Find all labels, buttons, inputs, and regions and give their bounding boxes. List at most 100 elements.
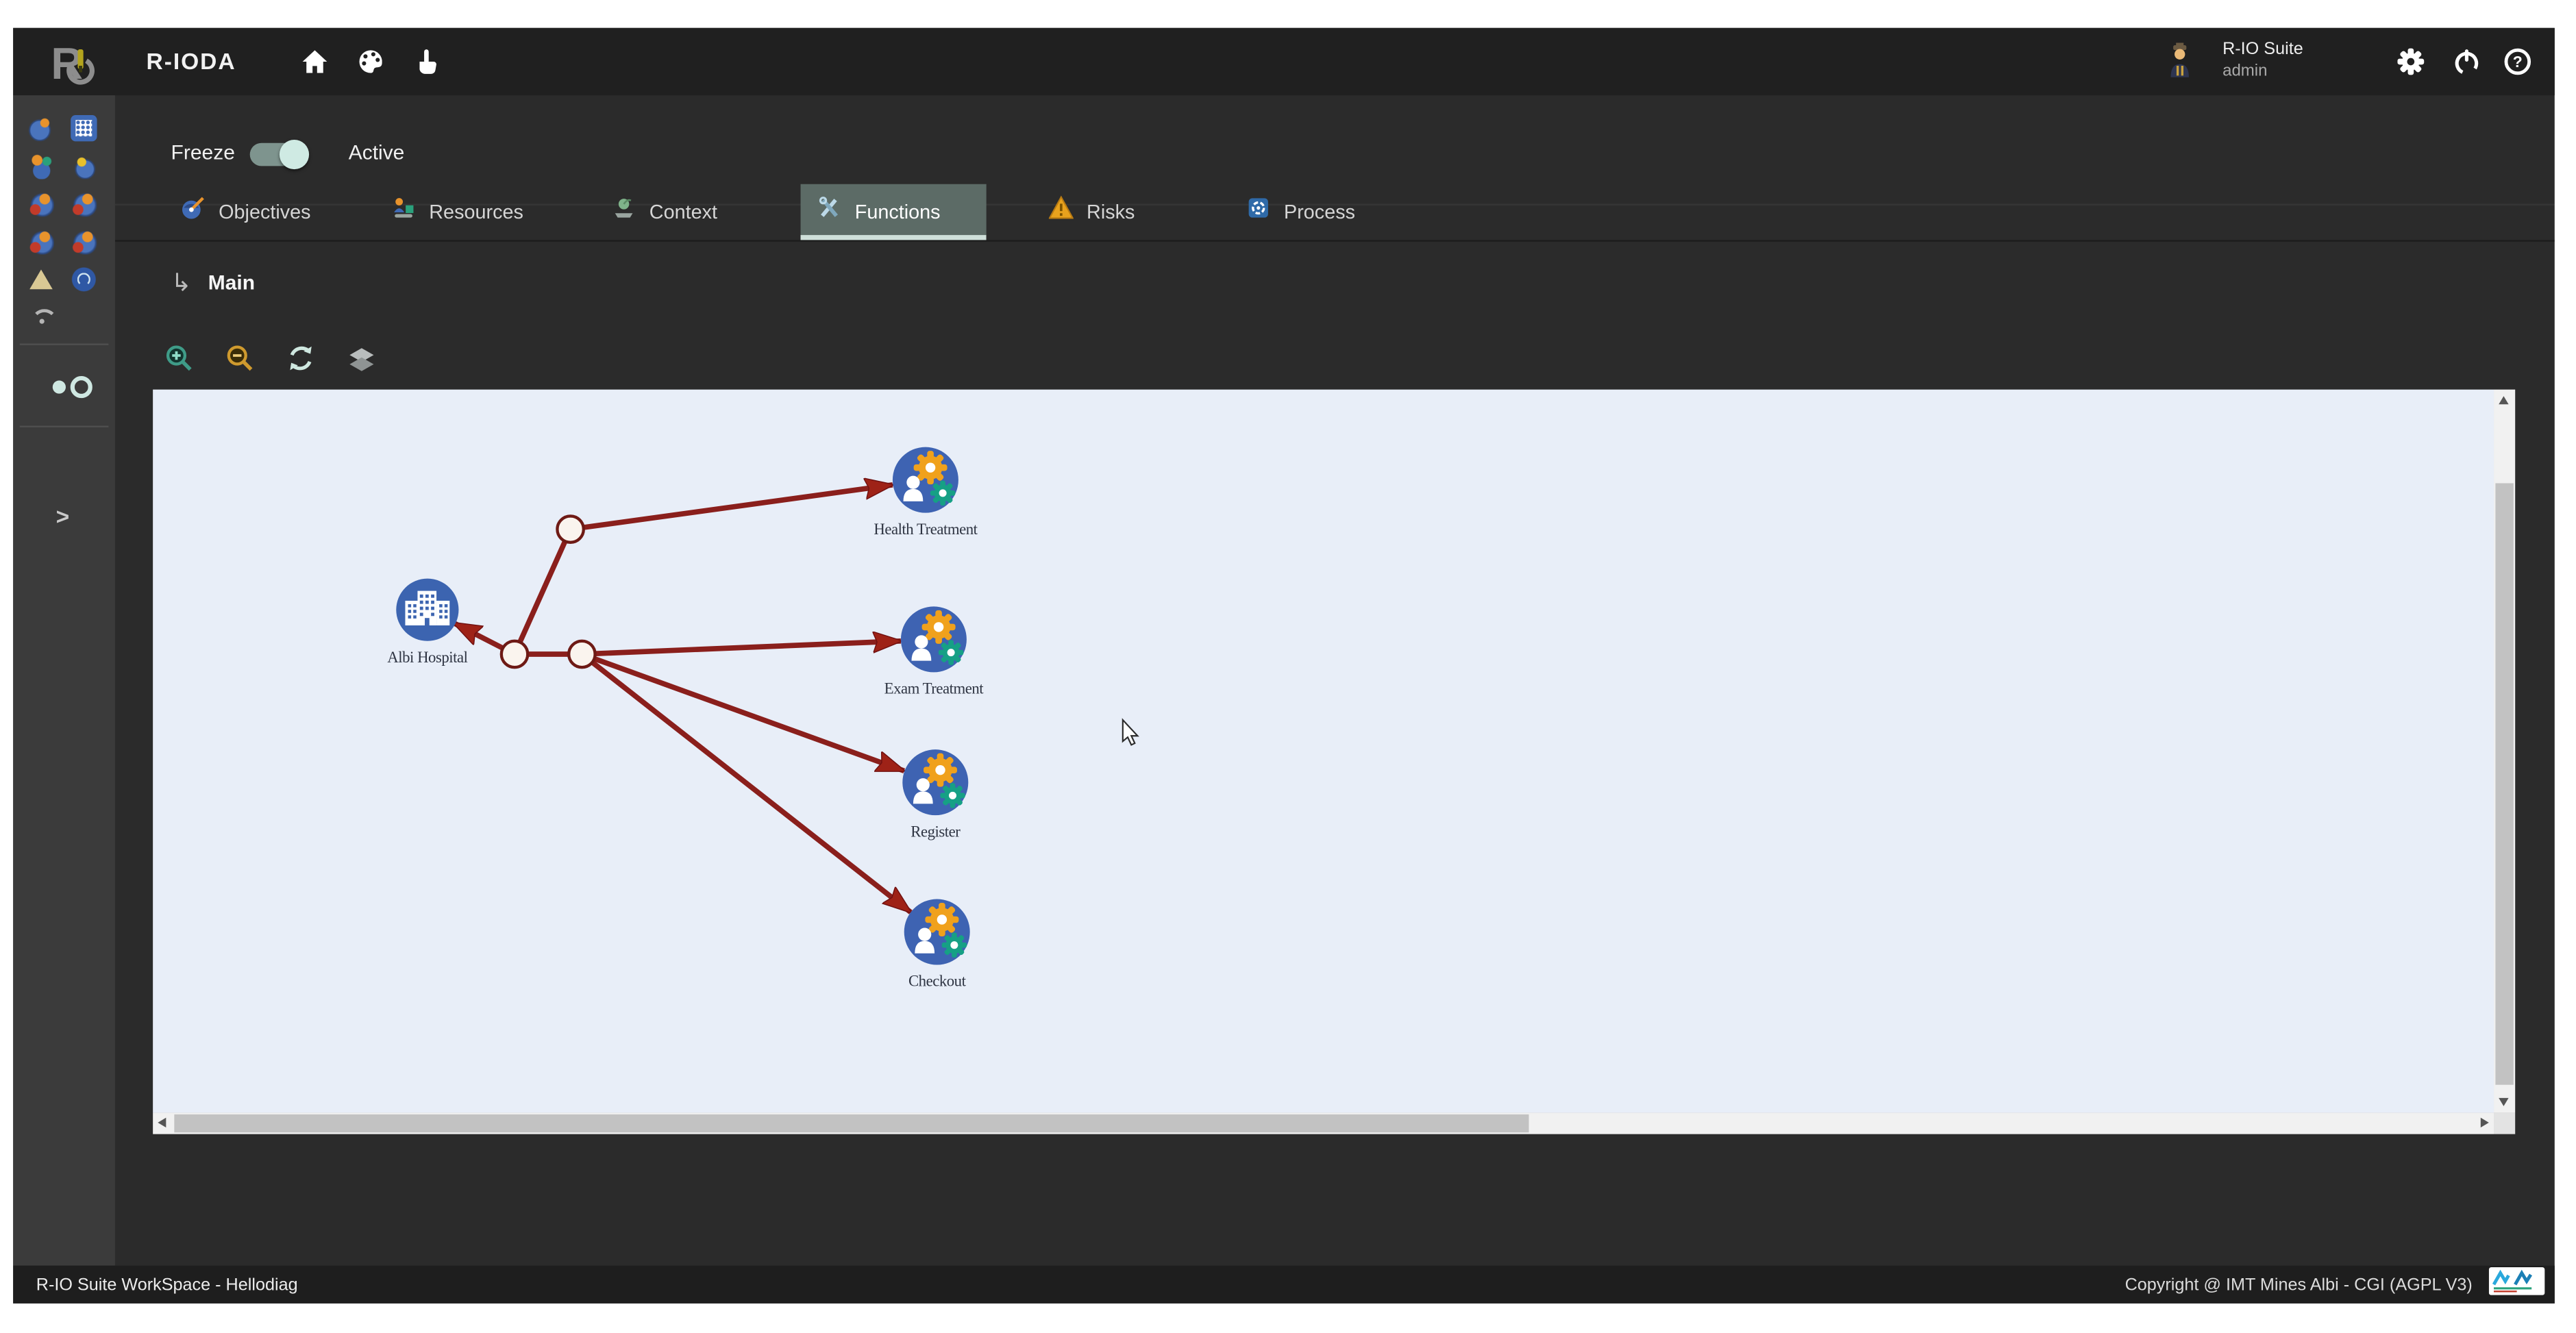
junction-point[interactable]	[569, 641, 595, 667]
flow-edge[interactable]	[582, 654, 911, 912]
resources-icon	[391, 196, 416, 229]
junction-point[interactable]	[557, 516, 583, 542]
canvas-hscrollbar-thumb[interactable]	[174, 1114, 1528, 1132]
copyright-text: Copyright @ IMT Mines Albi - CGI (AGPL V…	[2125, 1275, 2473, 1295]
functions-icon	[817, 196, 842, 229]
layers-icon[interactable]	[347, 343, 376, 373]
sidebar-mini-icons	[28, 115, 101, 330]
canvas-vscrollbar[interactable]	[2494, 390, 2515, 1113]
function-diagram[interactable]: Albi Hospital Health Treatment Exam Treatm…	[153, 390, 2494, 1113]
node-checkout[interactable]: Checkout	[904, 899, 970, 990]
node-health[interactable]: Health Treatment	[874, 447, 978, 538]
hospital-mini-icon[interactable]	[71, 115, 97, 141]
diagram-canvas[interactable]: Albi Hospital Health Treatment Exam Treatm…	[153, 390, 2515, 1134]
node-label: Exam Treatment	[884, 680, 984, 697]
vscroll-down-arrow-icon[interactable]	[2499, 1098, 2508, 1106]
account-name: R-IO Suite	[2222, 40, 2303, 61]
hscroll-right-arrow-icon[interactable]	[2481, 1118, 2489, 1128]
imt-mines-albi-logo	[2489, 1267, 2545, 1303]
breadcrumb: ↳ Main	[171, 268, 256, 297]
account-info[interactable]: R-IO Suite admin	[2222, 40, 2303, 82]
node-label: Health Treatment	[874, 521, 978, 538]
diagram-mode-toggle-icon[interactable]	[51, 375, 97, 399]
refresh-icon[interactable]	[286, 343, 316, 373]
function-node-icon	[904, 899, 970, 965]
flow-edge[interactable]	[571, 485, 893, 530]
tab-objectives[interactable]: Objectives	[164, 184, 327, 240]
context-icon	[612, 196, 636, 229]
page: R R-IODA	[0, 0, 2576, 1333]
palette-icon[interactable]	[357, 48, 385, 76]
tab-bar: Objectives Resources Context Functions	[115, 184, 2555, 242]
function-node-icon	[901, 606, 967, 672]
settings-gear-icon[interactable]	[2397, 48, 2425, 76]
function-mini-icon[interactable]	[71, 229, 97, 255]
objectives-mini-icon[interactable]	[28, 115, 54, 141]
home-icon[interactable]	[301, 48, 329, 76]
process-icon	[1246, 196, 1271, 229]
hscroll-left-arrow-icon[interactable]	[158, 1118, 166, 1128]
tab-process[interactable]: Process	[1230, 184, 1372, 240]
function-node-icon	[893, 447, 958, 513]
node-label: Register	[911, 823, 961, 840]
power-icon[interactable]	[2453, 48, 2481, 76]
tab-functions[interactable]: Functions	[801, 184, 987, 240]
node-hospital[interactable]: Albi Hospital	[387, 579, 467, 666]
hospital-node-icon	[396, 579, 458, 641]
function-mini-icon[interactable]	[71, 190, 97, 216]
rio-logo-icon: R	[49, 36, 102, 89]
node-register[interactable]: Register	[902, 749, 968, 840]
tab-risks[interactable]: Risks	[1032, 184, 1152, 240]
canvas-toolbar	[164, 343, 377, 373]
network-mini-icon[interactable]	[28, 304, 54, 330]
breadcrumb-label: Main	[208, 271, 255, 295]
touch-pointer-icon[interactable]	[412, 48, 441, 76]
svg-text:?: ?	[2513, 53, 2523, 71]
tab-label: Process	[1284, 201, 1355, 224]
objectives-icon	[181, 196, 206, 229]
flow-edge[interactable]	[582, 641, 900, 654]
risks-mini-icon[interactable]	[28, 266, 54, 292]
vscroll-up-arrow-icon[interactable]	[2499, 396, 2508, 404]
freeze-label: Freeze	[171, 141, 235, 164]
process-mini-icon[interactable]	[71, 266, 97, 292]
topbar: R R-IODA	[13, 28, 2555, 95]
tab-label: Risks	[1087, 201, 1135, 224]
flow-edge[interactable]	[582, 654, 904, 771]
app-title: R-IODA	[147, 48, 236, 74]
tab-label: Context	[649, 201, 717, 224]
context-mini-icon[interactable]	[71, 153, 97, 179]
scrollbar-corner	[2494, 1112, 2515, 1134]
workspace-status-text: R-IO Suite WorkSpace - Hellodiag	[36, 1275, 298, 1295]
tab-label: Objectives	[219, 201, 310, 224]
node-label: Checkout	[908, 973, 967, 990]
user-avatar[interactable]	[2167, 42, 2193, 79]
mouse-cursor	[1123, 720, 1138, 745]
zoom-out-icon[interactable]	[225, 343, 255, 373]
sidebar-separator	[20, 343, 109, 345]
account-user: admin	[2222, 61, 2303, 82]
junction-point[interactable]	[501, 641, 528, 667]
sidebar-expand-chevron-icon[interactable]: >	[56, 503, 70, 529]
tab-resources[interactable]: Resources	[375, 184, 540, 240]
zoom-in-icon[interactable]	[164, 343, 194, 373]
function-mini-icon[interactable]	[28, 229, 54, 255]
freeze-toggle[interactable]	[250, 143, 306, 166]
flow-edge[interactable]	[515, 530, 571, 654]
function-node-icon	[902, 749, 968, 815]
function-mini-icon[interactable]	[28, 190, 54, 216]
freeze-state-label: Active	[349, 141, 405, 164]
node-label: Albi Hospital	[387, 649, 467, 666]
freeze-toggle-knob[interactable]	[280, 140, 309, 169]
help-icon[interactable]: ?	[2503, 48, 2531, 76]
resources-mini-icon[interactable]	[28, 153, 54, 179]
tab-context[interactable]: Context	[595, 184, 734, 240]
tab-label: Resources	[429, 201, 523, 224]
sublevel-arrow-icon: ↳	[171, 268, 192, 297]
canvas-hscrollbar[interactable]	[153, 1112, 2494, 1134]
sidebar: >	[13, 95, 115, 1265]
statusbar: R-IO Suite WorkSpace - Hellodiag Copyrig…	[13, 1266, 2555, 1304]
app-window: R R-IODA	[13, 28, 2555, 1304]
canvas-vscrollbar-thumb[interactable]	[2495, 483, 2513, 1084]
node-exam[interactable]: Exam Treatment	[884, 606, 984, 697]
